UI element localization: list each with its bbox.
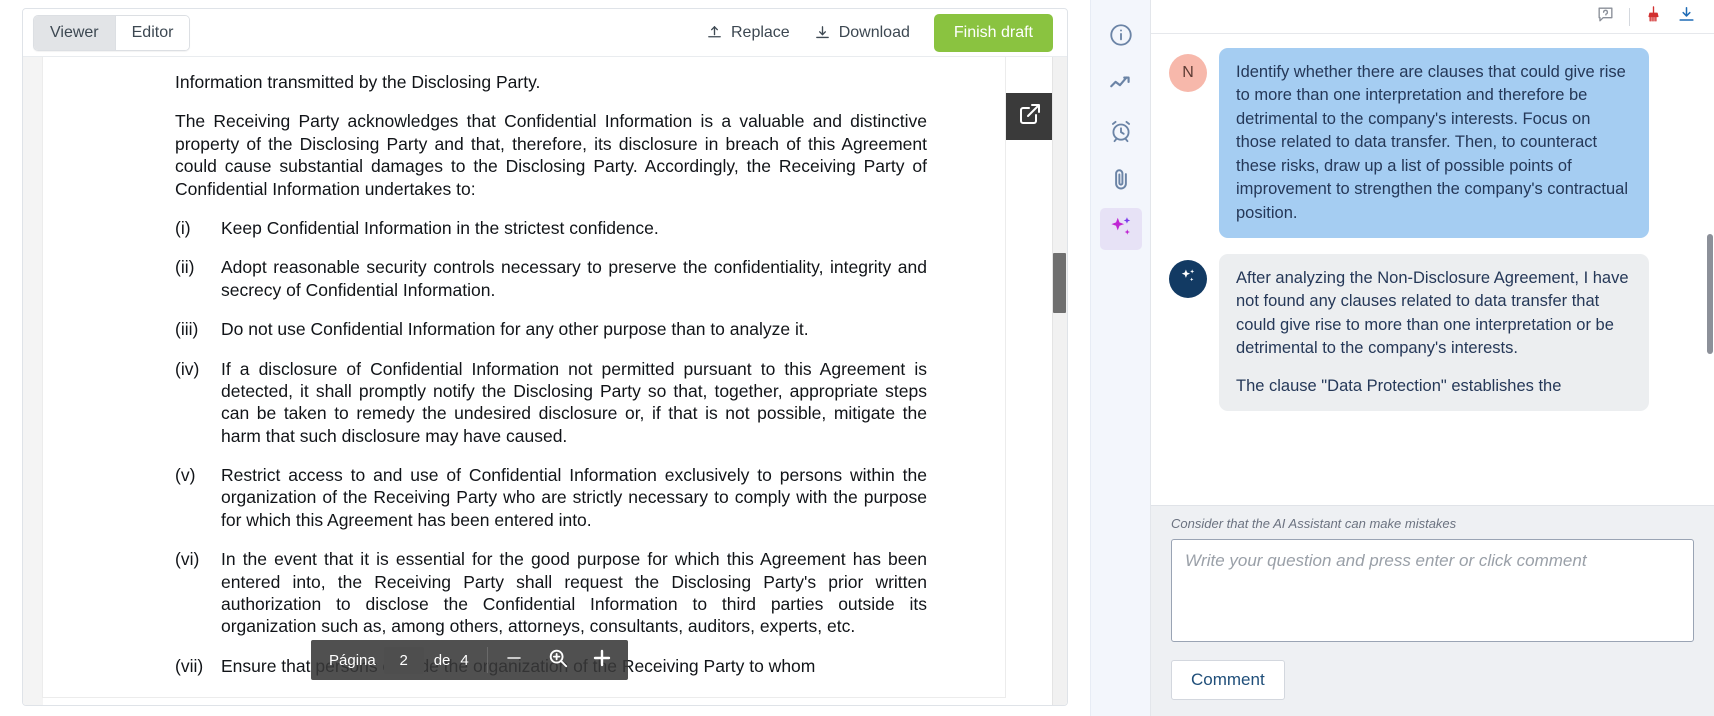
comment-button[interactable]: Comment bbox=[1171, 660, 1285, 700]
download-chat-button[interactable] bbox=[1677, 5, 1696, 29]
chat-composer: Consider that the AI Assistant can make … bbox=[1151, 505, 1714, 716]
magnifier-plus-icon bbox=[547, 647, 569, 673]
clear-chat-button[interactable] bbox=[1644, 5, 1663, 29]
document-scrollbar-thumb[interactable] bbox=[1053, 253, 1066, 313]
clause-number: (vii) bbox=[175, 655, 221, 677]
clause-number: (iii) bbox=[175, 318, 221, 340]
zoom-reset-button[interactable] bbox=[536, 640, 580, 680]
page-number-input[interactable] bbox=[384, 647, 424, 674]
chat-toolbar bbox=[1151, 0, 1714, 34]
clause-item: (iii) Do not use Confidential Informatio… bbox=[175, 318, 927, 340]
nav-divider bbox=[487, 647, 488, 673]
replace-button[interactable]: Replace bbox=[694, 17, 802, 49]
clause-number: (ii) bbox=[175, 256, 221, 301]
rail-item-ai-assistant[interactable] bbox=[1100, 208, 1142, 250]
document-pane: Viewer Editor Replace bbox=[0, 0, 1090, 716]
tool-rail bbox=[1090, 0, 1150, 716]
ai-chat-panel: N Identify whether there are clauses tha… bbox=[1150, 0, 1714, 716]
rail-item-info[interactable] bbox=[1100, 16, 1142, 58]
clause-item: (iv) If a disclosure of Confidential Inf… bbox=[175, 358, 927, 448]
message-bubble-user: Identify whether there are clauses that … bbox=[1219, 48, 1649, 238]
clause-number: (iv) bbox=[175, 358, 221, 448]
help-button[interactable] bbox=[1596, 5, 1615, 29]
document-scroll-area[interactable]: Information transmitted by the Disclosin… bbox=[23, 57, 1067, 706]
paragraph-intro: The Receiving Party acknowledges that Co… bbox=[175, 110, 927, 200]
pdf-page: Information transmitted by the Disclosin… bbox=[43, 57, 1005, 697]
page-navigation-bar[interactable]: Página de 4 bbox=[311, 640, 628, 680]
ai-disclaimer: Consider that the AI Assistant can make … bbox=[1171, 516, 1694, 531]
chat-scrollbar-thumb[interactable] bbox=[1707, 234, 1713, 354]
ai-sparkles-icon bbox=[1178, 266, 1198, 291]
finish-draft-button[interactable]: Finish draft bbox=[934, 14, 1053, 52]
alarm-clock-icon bbox=[1108, 118, 1134, 149]
rail-item-activity[interactable] bbox=[1100, 64, 1142, 106]
clause-text: Adopt reasonable security controls neces… bbox=[221, 256, 927, 301]
rail-item-alarm[interactable] bbox=[1100, 112, 1142, 154]
chat-message-user: N Identify whether there are clauses tha… bbox=[1169, 48, 1692, 238]
zoom-in-button[interactable] bbox=[580, 640, 624, 680]
clause-item: (vi) In the event that it is essential f… bbox=[175, 548, 927, 638]
replace-label: Replace bbox=[731, 24, 790, 42]
paragraph-lead: Information transmitted by the Disclosin… bbox=[175, 71, 927, 93]
clause-item: (i) Keep Confidential Information in the… bbox=[175, 217, 927, 239]
clause-item: (v) Restrict access to and use of Confid… bbox=[175, 464, 927, 531]
clause-text: In the event that it is essential for th… bbox=[221, 548, 927, 638]
broom-clear-icon bbox=[1644, 5, 1663, 29]
avatar-user: N bbox=[1169, 54, 1207, 92]
clause-number: (v) bbox=[175, 464, 221, 531]
chat-scrollbar-track[interactable] bbox=[1706, 34, 1714, 505]
rail-item-attachments[interactable] bbox=[1100, 160, 1142, 202]
plus-icon bbox=[590, 646, 614, 674]
page-gutter bbox=[23, 57, 43, 706]
chat-message-assistant: After analyzing the Non-Disclosure Agree… bbox=[1169, 254, 1692, 411]
ai-sparkles-icon bbox=[1108, 214, 1134, 245]
clause-number: (vi) bbox=[175, 548, 221, 638]
assistant-paragraph-2: The clause "Data Protection" establishes… bbox=[1236, 375, 1632, 398]
document-scrollbar-track[interactable] bbox=[1052, 57, 1067, 706]
document-toolbar: Viewer Editor Replace bbox=[23, 9, 1067, 57]
avatar-assistant bbox=[1169, 260, 1207, 298]
info-circle-icon bbox=[1108, 22, 1134, 53]
clause-text: Restrict access to and use of Confidenti… bbox=[221, 464, 927, 531]
clause-text: Do not use Confidential Information for … bbox=[221, 318, 927, 340]
chat-message-list[interactable]: N Identify whether there are clauses tha… bbox=[1151, 34, 1714, 505]
clause-item: (ii) Adopt reasonable security controls … bbox=[175, 256, 927, 301]
total-pages-label: 4 bbox=[460, 652, 482, 669]
download-icon bbox=[1677, 5, 1696, 29]
upload-icon bbox=[706, 24, 723, 41]
tab-editor[interactable]: Editor bbox=[115, 16, 190, 50]
of-label: de bbox=[424, 652, 461, 669]
open-in-new-icon bbox=[1018, 102, 1042, 131]
message-bubble-assistant: After analyzing the Non-Disclosure Agree… bbox=[1219, 254, 1649, 411]
viewer-editor-toggle[interactable]: Viewer Editor bbox=[33, 15, 190, 51]
download-icon bbox=[814, 24, 831, 41]
zoom-out-button[interactable] bbox=[492, 640, 536, 680]
download-label: Download bbox=[839, 24, 910, 42]
assistant-paragraph-1: After analyzing the Non-Disclosure Agree… bbox=[1236, 267, 1632, 361]
clause-number: (i) bbox=[175, 217, 221, 239]
question-input[interactable] bbox=[1171, 539, 1694, 642]
pdf-page-content: Information transmitted by the Disclosin… bbox=[43, 57, 1005, 677]
document-card: Viewer Editor Replace bbox=[22, 8, 1068, 706]
tab-viewer[interactable]: Viewer bbox=[34, 16, 115, 50]
clause-text: If a disclosure of Confidential Informat… bbox=[221, 358, 927, 448]
minus-icon bbox=[504, 648, 524, 672]
activity-line-icon bbox=[1108, 70, 1134, 101]
app-root: Viewer Editor Replace bbox=[0, 0, 1714, 716]
toolbar-divider bbox=[1629, 8, 1630, 26]
help-question-icon bbox=[1596, 5, 1615, 29]
download-button[interactable]: Download bbox=[802, 17, 922, 49]
open-in-new-button[interactable] bbox=[1006, 93, 1053, 140]
paperclip-icon bbox=[1108, 166, 1134, 197]
page-label: Página bbox=[315, 652, 384, 669]
clause-text: Keep Confidential Information in the str… bbox=[221, 217, 927, 239]
